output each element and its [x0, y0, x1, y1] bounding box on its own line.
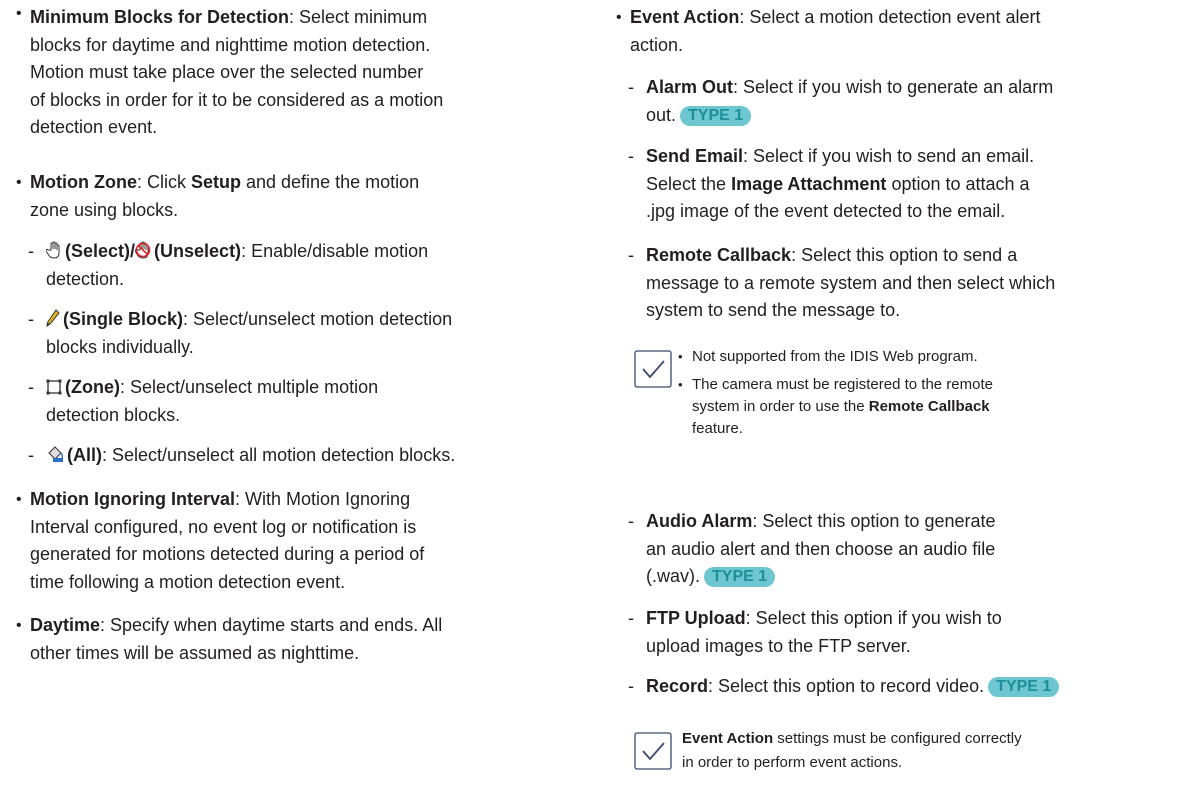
note-item: • The camera must be registered to the r…	[678, 376, 993, 437]
min-blocks-item: • Minimum Blocks for Detection: Select m…	[12, 0, 590, 142]
single-block-item: - (Single Block): Select/unselect motion…	[28, 309, 453, 357]
remote-callback-item: - Remote Callback: Select this option to…	[628, 245, 1056, 320]
checkmark-icon	[634, 350, 672, 388]
min-blocks-title: Minimum Blocks for Detection	[30, 7, 290, 27]
pencil-icon	[46, 309, 60, 327]
all-item: - (All): Select/unselect all motion dete…	[28, 445, 456, 465]
note-item: • Not supported from the IDIS Web program…	[678, 348, 978, 365]
bullet: •	[16, 617, 22, 634]
select-unselect-item: - (Select)/ (Unselect): Enable/disable m…	[28, 241, 429, 289]
hand-select-icon	[46, 241, 60, 259]
zone-item: - (Zone): Select/unselect multiple motio…	[28, 377, 379, 425]
hand-unselect-icon	[135, 241, 151, 259]
motion-ignoring-item: • Motion Ignoring Interval: With Motion …	[12, 486, 590, 596]
alarm-out-title: Alarm Out	[646, 77, 734, 97]
note-box: Event Action settings must be configured…	[634, 727, 1191, 775]
send-email-item: - Send Email: Select if you wish to send…	[628, 146, 1035, 221]
motion-zone-title: Motion Zone	[30, 172, 137, 192]
bullet: •	[16, 174, 22, 191]
record-item: - Record: Select this option to record v…	[612, 673, 1191, 701]
event-action-item: • Event Action: Select a motion detectio…	[612, 4, 1191, 59]
bullet: •	[16, 491, 22, 508]
bullet: •	[616, 9, 622, 26]
motion-ignoring-title: Motion Ignoring Interval	[30, 489, 235, 509]
send-email-title: Send Email	[646, 146, 744, 166]
type1-badge: TYPE 1	[704, 567, 776, 587]
type1-badge: TYPE 1	[680, 105, 752, 126]
audio-alarm-item: - Audio Alarm: Select this option to gen…	[628, 511, 996, 587]
remote-callback-title: Remote Callback	[646, 245, 792, 265]
type1-badge: TYPE 1	[988, 677, 1060, 697]
paint-bucket-icon	[48, 446, 64, 462]
bullet: •	[16, 5, 22, 22]
motion-zone-item: • Motion Zone: Click Setup and define th…	[12, 169, 590, 224]
ftp-upload-item: - FTP Upload: Select this option if you …	[628, 608, 1002, 656]
note-box: • Not supported from the IDIS Web program…	[634, 346, 1191, 440]
record-title: Record	[646, 676, 709, 696]
audio-alarm-title: Audio Alarm	[646, 511, 753, 531]
zone-rect-icon	[46, 379, 62, 395]
daytime-item: • Daytime: Specify when daytime starts a…	[12, 612, 590, 667]
checkmark-icon	[634, 732, 672, 770]
daytime-title: Daytime	[30, 615, 101, 635]
ftp-upload-title: FTP Upload	[646, 608, 746, 628]
event-action-title: Event Action	[630, 7, 740, 27]
alarm-out-item: - Alarm Out: Select if you wish to gener…	[628, 77, 1054, 126]
